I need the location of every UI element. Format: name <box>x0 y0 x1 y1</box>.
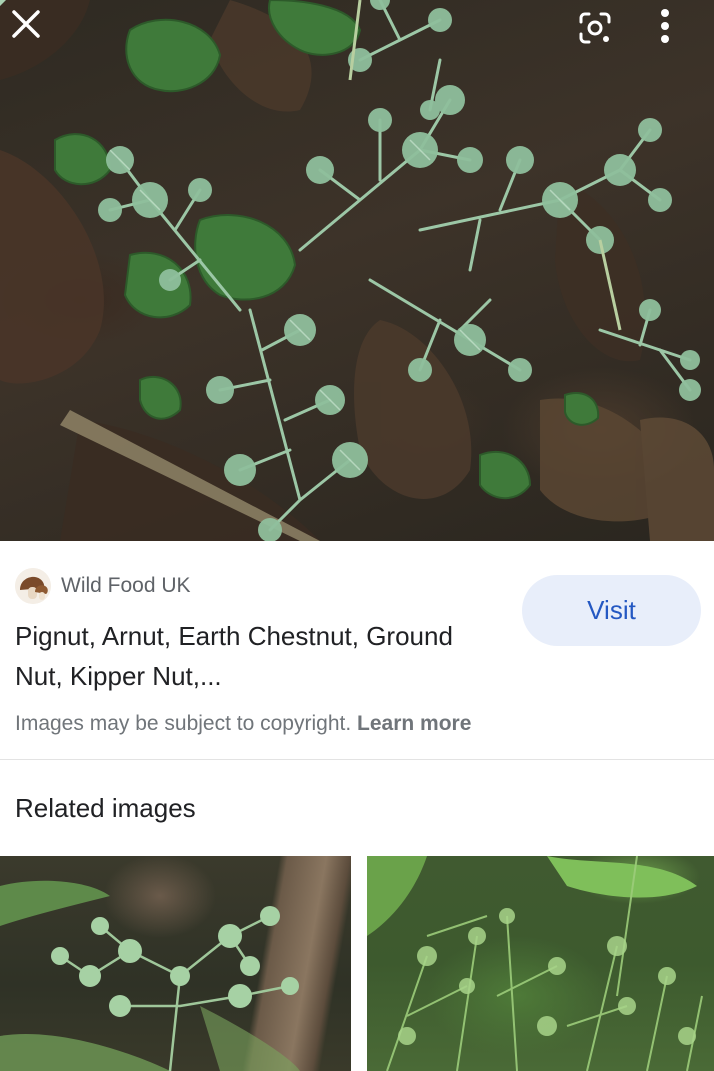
related-plant-photo <box>367 856 703 1071</box>
related-image-thumbnail[interactable] <box>367 856 714 1071</box>
related-images-heading: Related images <box>15 793 196 823</box>
close-icon <box>12 10 40 38</box>
source-avatar <box>15 568 51 604</box>
copyright-notice: Images may be subject to copyright. Lear… <box>15 712 471 736</box>
mushroom-avatar-icon <box>15 568 51 604</box>
learn-more-link[interactable]: Learn more <box>357 712 471 735</box>
main-image[interactable] <box>0 0 714 541</box>
source-name: Wild Food UK <box>61 574 191 597</box>
source-row[interactable]: Wild Food UK <box>15 568 191 604</box>
more-vert-icon <box>661 9 669 43</box>
result-title[interactable]: Pignut, Arnut, Earth Chestnut, Ground Nu… <box>15 616 485 696</box>
visit-button[interactable]: Visit <box>522 575 701 646</box>
divider <box>0 759 714 760</box>
copyright-text: Images may be subject to copyright. <box>15 712 352 735</box>
related-image-thumbnail[interactable] <box>0 856 351 1071</box>
google-lens-icon <box>579 12 611 44</box>
close-button[interactable] <box>9 7 57 55</box>
more-options-button[interactable] <box>659 8 707 56</box>
related-plant-photo <box>0 880 300 1071</box>
lens-button[interactable] <box>575 8 623 56</box>
pignut-plant-photo <box>0 0 714 541</box>
